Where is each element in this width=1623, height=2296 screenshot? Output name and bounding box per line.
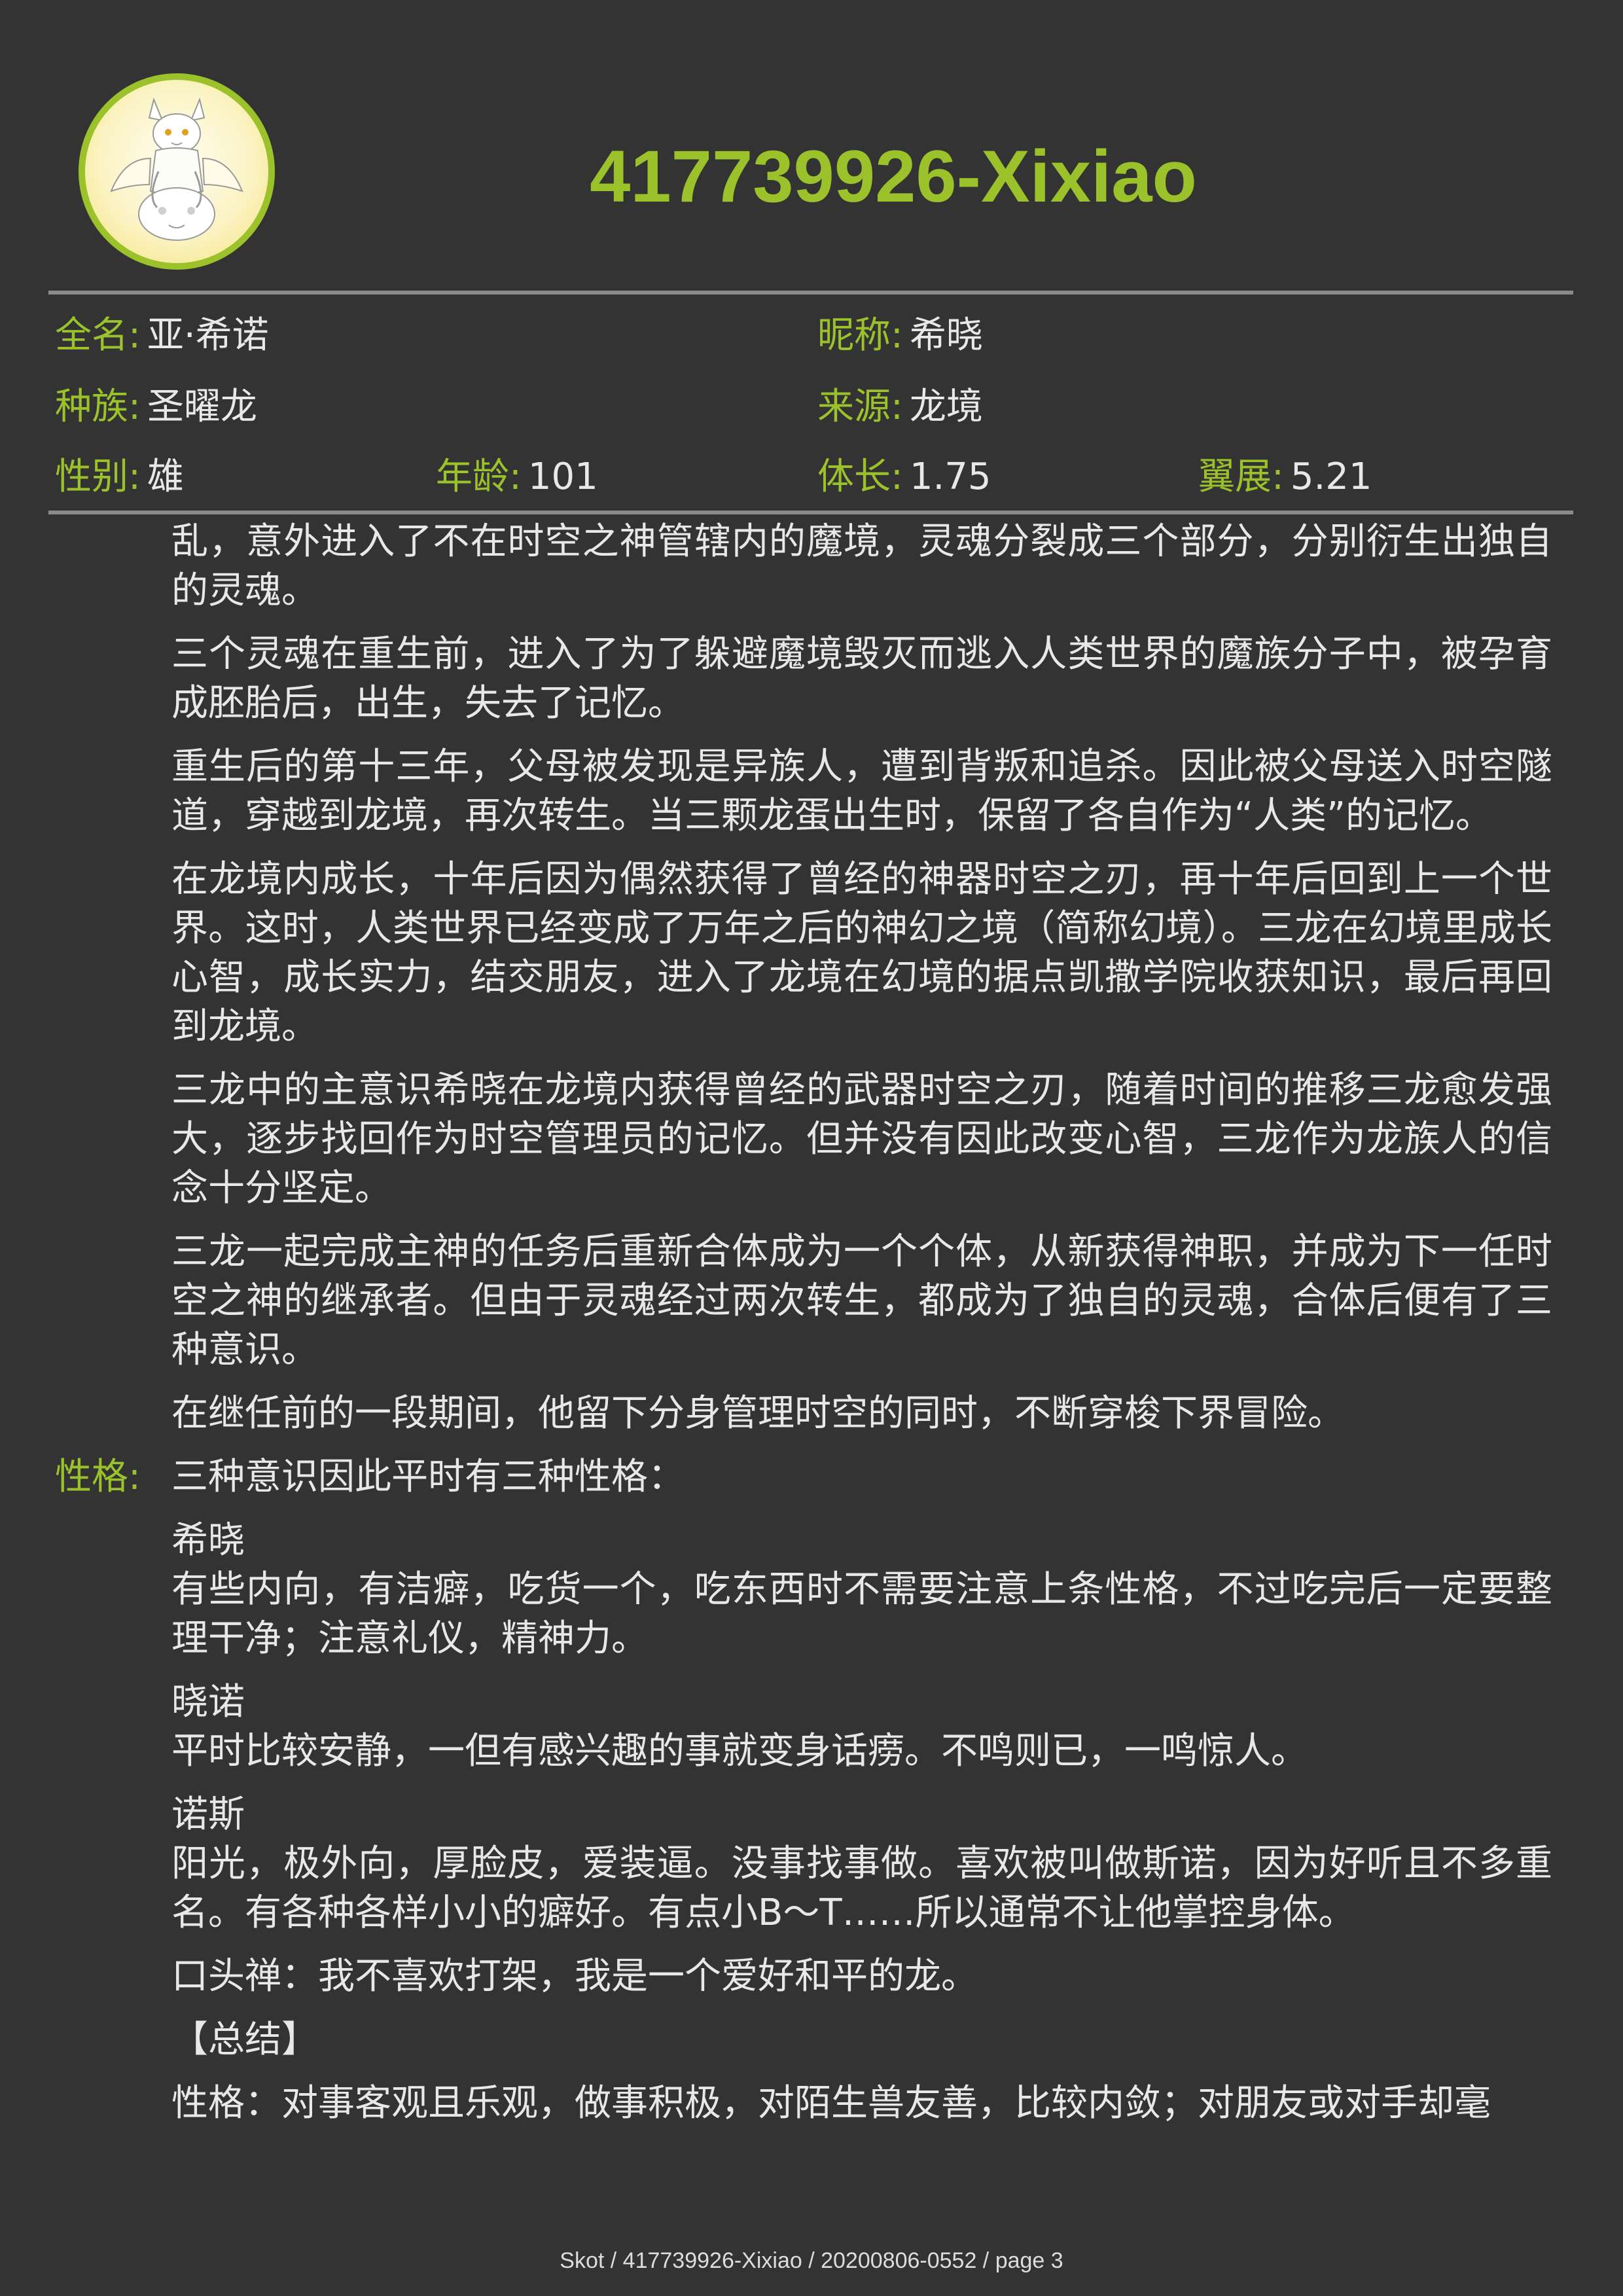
origin-label: 来源: [817, 386, 903, 428]
nickname-value: 希晓 [909, 314, 983, 357]
full-name-value: 亚·希诺 [147, 314, 269, 357]
species-label: 种族: [55, 386, 141, 428]
gender-field: 性别: 雄 [55, 451, 184, 503]
main-content: 乱，意外进入了不在时空之神管辖内的魔境，灵魂分裂成三个部分，分别衍生出独自的灵魂… [55, 517, 1552, 2142]
info-divider [48, 511, 1573, 514]
nickname-label: 昵称: [817, 314, 903, 357]
summary-text: 性格：对事客观且乐观，做事积极，对陌生兽友善，比较内敛；对朋友或对手却毫 [171, 2082, 1491, 2125]
top-divider [48, 291, 1573, 295]
story-paragraph: 在继任前的一段期间，他留下分身管理时空的同时，不断穿梭下界冒险。 [171, 1392, 1344, 1435]
full-name-field: 全名: 亚·希诺 [55, 310, 269, 362]
dragon-portrait-icon [110, 97, 243, 241]
species-value: 圣曜龙 [147, 386, 257, 428]
wingspan-label: 翼展: [1198, 456, 1284, 498]
nickname-field: 昵称: 希晓 [817, 310, 983, 362]
story-paragraph: 三个灵魂在重生前，进入了为了躲避魔境毁灭而逃入人类世界的魔族分子中，被孕育成胚胎… [171, 633, 1552, 725]
personality-intro: 性格: 三种意识因此平时有三种性格： [55, 1452, 1552, 1501]
body-length-value: 1.75 [909, 456, 991, 498]
personality-intro-text: 三种意识因此平时有三种性格： [171, 1456, 685, 1498]
wingspan-field: 翼展: 5.21 [1198, 451, 1372, 503]
origin-field: 来源: 龙境 [817, 381, 983, 433]
age-value: 101 [527, 456, 598, 498]
story-paragraph: 在龙境内成长，十年后因为偶然获得了曾经的神器时空之刃，再十年后回到上一个世界。这… [171, 858, 1552, 1048]
species-field: 种族: 圣曜龙 [55, 381, 257, 433]
summary-heading: 【总结】 [171, 2018, 318, 2061]
body-length-field: 体长: 1.75 [817, 451, 991, 503]
persona-name: 诺斯 [171, 1793, 245, 1836]
full-name-label: 全名: [55, 314, 141, 357]
story-paragraph: 重生后的第十三年，父母被发现是异族人，遭到背叛和追杀。因此被父母送入时空隧道，穿… [171, 745, 1552, 837]
persona-description: 平时比较安静，一但有感兴趣的事就变身话痨。不鸣则已，一鸣惊人。 [171, 1730, 1308, 1772]
persona-description: 有些内向，有洁癖，吃货一个，吃东西时不需要注意上条性格，不过吃完后一定要整理干净… [171, 1568, 1552, 1660]
gender-label: 性别: [55, 456, 141, 498]
page-footer: Skot / 417739926-Xixiao / 20200806-0552 … [560, 2248, 1063, 2273]
persona-name: 希晓 [171, 1519, 245, 1562]
page-title: 417739926-Xixiao [590, 135, 1197, 217]
origin-value: 龙境 [909, 386, 983, 428]
wingspan-value: 5.21 [1290, 456, 1372, 498]
personality-label: 性格: [55, 1456, 141, 1498]
story-paragraph: 三龙一起完成主神的任务后重新合体成为一个个体，从新获得神职，并成为下一任时空之神… [171, 1230, 1552, 1371]
info-row-3: 性别: 雄 年龄: 101 体长: 1.75 翼展: 5.21 [55, 451, 1573, 503]
persona-name: 晓诺 [171, 1681, 245, 1723]
gender-value: 雄 [147, 456, 184, 498]
info-row-2: 种族: 圣曜龙 来源: 龙境 [55, 381, 1573, 433]
avatar [79, 73, 275, 270]
info-row-1: 全名: 亚·希诺 昵称: 希晓 [55, 310, 1573, 362]
body-length-label: 体长: [817, 456, 903, 498]
persona-description: 阳光，极外向，厚脸皮，爱装逼。没事找事做。喜欢被叫做斯诺，因为好听且不多重名。有… [171, 1842, 1552, 1934]
age-label: 年龄: [436, 456, 522, 498]
story-paragraph: 三龙中的主意识希晓在龙境内获得曾经的武器时空之刃，随着时间的推移三龙愈发强大，逐… [171, 1069, 1552, 1210]
story-paragraph: 乱，意外进入了不在时空之神管辖内的魔境，灵魂分裂成三个部分，分别衍生出独自的灵魂… [171, 520, 1552, 612]
age-field: 年龄: 101 [436, 451, 598, 503]
catchphrase: 口头禅：我不喜欢打架，我是一个爱好和平的龙。 [171, 1955, 978, 1998]
